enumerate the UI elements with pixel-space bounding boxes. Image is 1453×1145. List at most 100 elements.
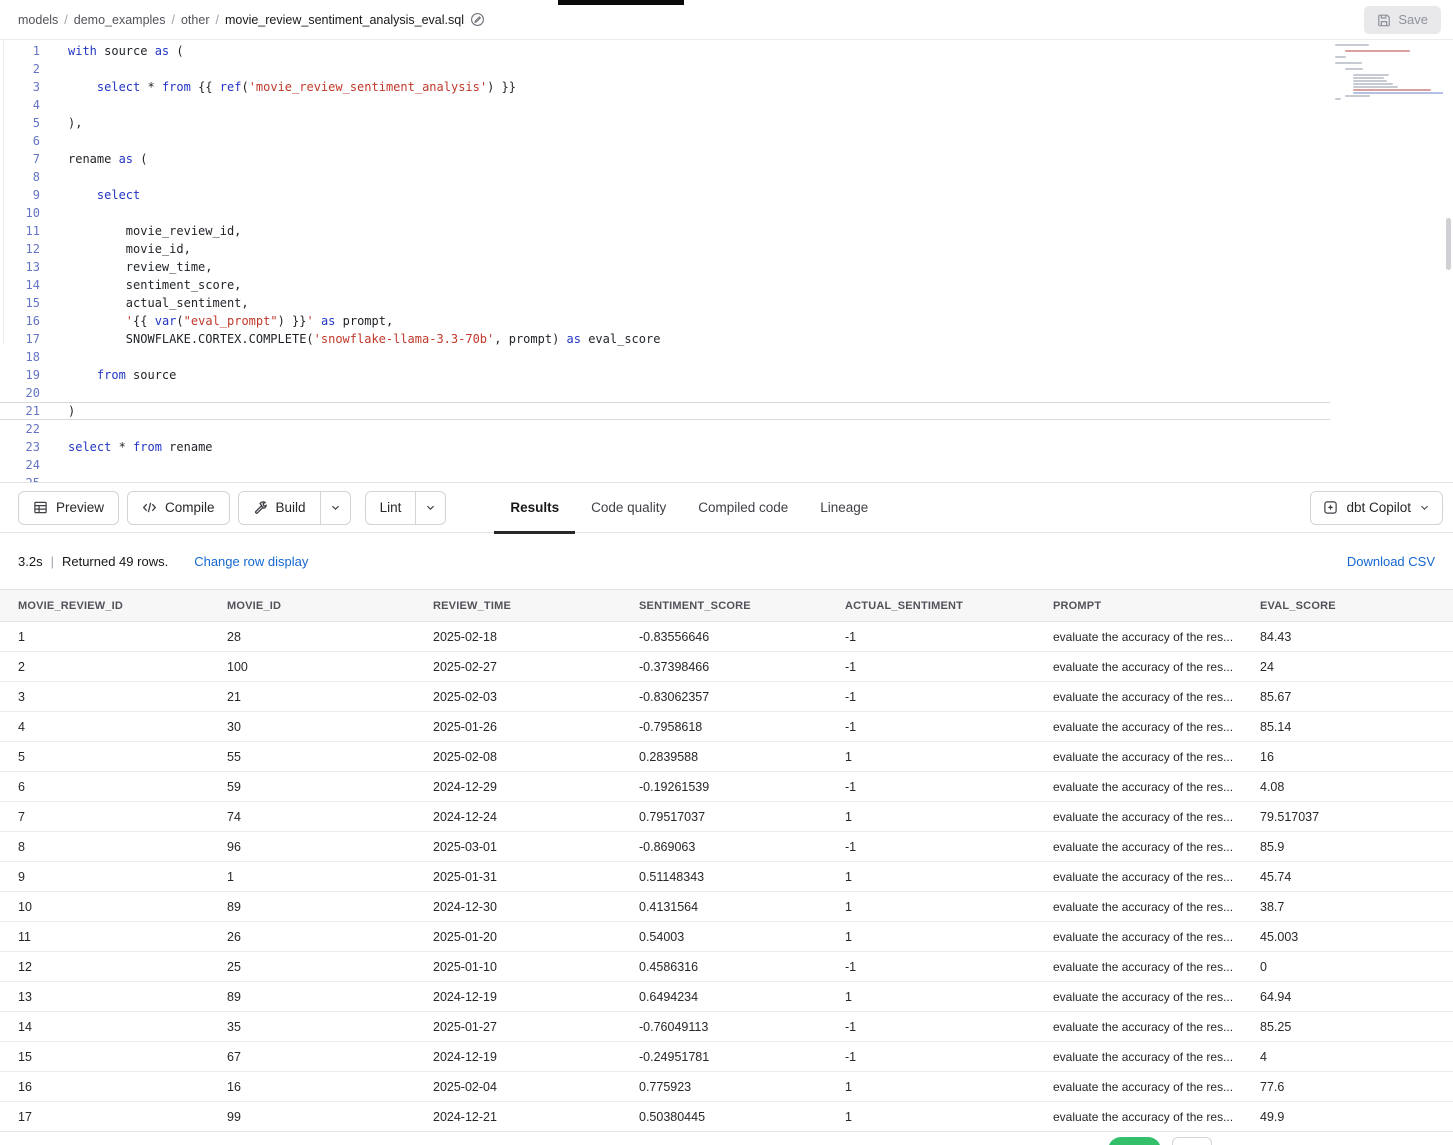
download-csv-link[interactable]: Download CSV [1347,554,1435,569]
column-header[interactable]: ACTUAL_SENTIMENT [827,590,1035,622]
code-line[interactable]: 24 [0,456,1453,474]
code-line[interactable]: 7rename as ( [0,150,1453,168]
table-row: 17992024-12-210.503804451evaluate the ac… [0,1102,1453,1132]
prompt-expand-icon[interactable] [1240,902,1242,912]
bottom-outline-button[interactable] [1172,1137,1212,1145]
code-line[interactable]: 23select * from rename [0,438,1453,456]
code-line[interactable]: 17 SNOWFLAKE.CORTEX.COMPLETE('snowflake-… [0,330,1453,348]
code-line[interactable]: 21) [0,402,1330,420]
prompt-expand-icon[interactable] [1240,992,1242,1002]
column-header[interactable]: MOVIE_REVIEW_ID [0,590,209,622]
code-line[interactable]: 19 from source [0,366,1453,384]
code-line[interactable]: 22 [0,420,1453,438]
editor-scrollbar-thumb[interactable] [1446,218,1451,270]
build-label: Build [276,500,306,515]
tab-lineage[interactable]: Lineage [804,483,884,533]
prompt-expand-icon[interactable] [1240,662,1242,672]
column-header[interactable]: SENTIMENT_SCORE [621,590,827,622]
code-line-text: select * from rename [40,438,213,456]
table-cell: 35 [209,1012,415,1042]
prompt-expand-icon[interactable] [1240,782,1242,792]
code-line[interactable]: 4 [0,96,1453,114]
code-line[interactable]: 5), [0,114,1453,132]
bottom-green-button[interactable] [1108,1137,1161,1145]
prompt-cell: evaluate the accuracy of the res... [1035,1072,1242,1102]
lint-dropdown-button[interactable] [416,491,446,525]
change-row-display-link[interactable]: Change row display [194,554,308,569]
edit-circle-icon[interactable] [470,12,485,27]
code-line[interactable]: 15 actual_sentiment, [0,294,1453,312]
code-line[interactable]: 9 select [0,186,1453,204]
prompt-expand-icon[interactable] [1240,692,1242,702]
eval-score-cell: 79.517037 [1242,802,1453,832]
code-line[interactable]: 6 [0,132,1453,150]
copilot-label: dbt Copilot [1346,500,1411,515]
column-header[interactable]: MOVIE_ID [209,590,415,622]
table-cell: 74 [209,802,415,832]
code-line[interactable]: 1with source as ( [0,42,1453,60]
table-cell: -1 [827,1012,1035,1042]
editor-minimap[interactable] [1331,43,1443,101]
code-line[interactable]: 14 sentiment_score, [0,276,1453,294]
lint-button[interactable]: Lint [365,491,417,525]
code-line[interactable]: 8 [0,168,1453,186]
line-number: 19 [0,366,40,384]
prompt-expand-icon[interactable] [1240,842,1242,852]
table-cell: 0.54003 [621,922,827,952]
code-editor[interactable]: 1with source as (23 select * from {{ ref… [0,40,1453,483]
tab-results[interactable]: Results [494,483,575,533]
table-cell: 4 [0,712,209,742]
code-line[interactable]: 20 [0,384,1453,402]
code-line[interactable]: 13 review_time, [0,258,1453,276]
build-button[interactable]: Build [238,491,321,525]
breadcrumb-item[interactable]: other [181,13,210,27]
column-header[interactable]: EVAL_SCORE [1242,590,1453,622]
prompt-expand-icon[interactable] [1240,932,1242,942]
table-cell: 2 [0,652,209,682]
preview-button[interactable]: Preview [18,491,119,525]
prompt-preview-text: evaluate the accuracy of the res... [1053,1020,1233,1034]
dbt-copilot-button[interactable]: dbt Copilot [1310,491,1443,525]
table-cell: -1 [827,832,1035,862]
prompt-expand-icon[interactable] [1240,872,1242,882]
prompt-cell: evaluate the accuracy of the res... [1035,802,1242,832]
build-dropdown-button[interactable] [321,491,351,525]
table-row: 8962025-03-01-0.869063-1evaluate the acc… [0,832,1453,862]
breadcrumb-item[interactable]: movie_review_sentiment_analysis_eval.sql [225,13,464,27]
tab-compiled-code[interactable]: Compiled code [682,483,804,533]
prompt-expand-icon[interactable] [1240,1112,1242,1122]
prompt-expand-icon[interactable] [1240,962,1242,972]
code-line[interactable]: 3 select * from {{ ref('movie_review_sen… [0,78,1453,96]
code-line-text: movie_review_id, [40,222,241,240]
prompt-expand-icon[interactable] [1240,812,1242,822]
code-line[interactable]: 18 [0,348,1453,366]
column-header[interactable]: REVIEW_TIME [415,590,621,622]
table-cell: 2025-02-08 [415,742,621,772]
prompt-preview-text: evaluate the accuracy of the res... [1053,1080,1233,1094]
code-line-text: ) [40,402,75,420]
save-button[interactable]: Save [1364,6,1441,34]
prompt-expand-icon[interactable] [1240,1082,1242,1092]
line-number: 9 [0,186,40,204]
prompt-expand-icon[interactable] [1240,722,1242,732]
table-cell: 1 [827,892,1035,922]
code-line[interactable]: 10 [0,204,1453,222]
code-line[interactable]: 2 [0,60,1453,78]
table-cell: 10 [0,892,209,922]
table-cell: 0.775923 [621,1072,827,1102]
table-cell: -0.7958618 [621,712,827,742]
prompt-cell: evaluate the accuracy of the res... [1035,862,1242,892]
column-header[interactable]: PROMPT [1035,590,1242,622]
prompt-expand-icon[interactable] [1240,1022,1242,1032]
code-line[interactable]: 16 '{{ var("eval_prompt") }}' as prompt, [0,312,1453,330]
breadcrumb-item[interactable]: models [18,13,58,27]
code-line[interactable]: 11 movie_review_id, [0,222,1453,240]
prompt-expand-icon[interactable] [1240,1052,1242,1062]
prompt-expand-icon[interactable] [1240,632,1242,642]
code-line[interactable]: 12 movie_id, [0,240,1453,258]
tab-code-quality[interactable]: Code quality [575,483,682,533]
compile-button[interactable]: Compile [127,491,230,525]
breadcrumb-item[interactable]: demo_examples [74,13,166,27]
prompt-expand-icon[interactable] [1240,752,1242,762]
prompt-cell: evaluate the accuracy of the res... [1035,922,1242,952]
